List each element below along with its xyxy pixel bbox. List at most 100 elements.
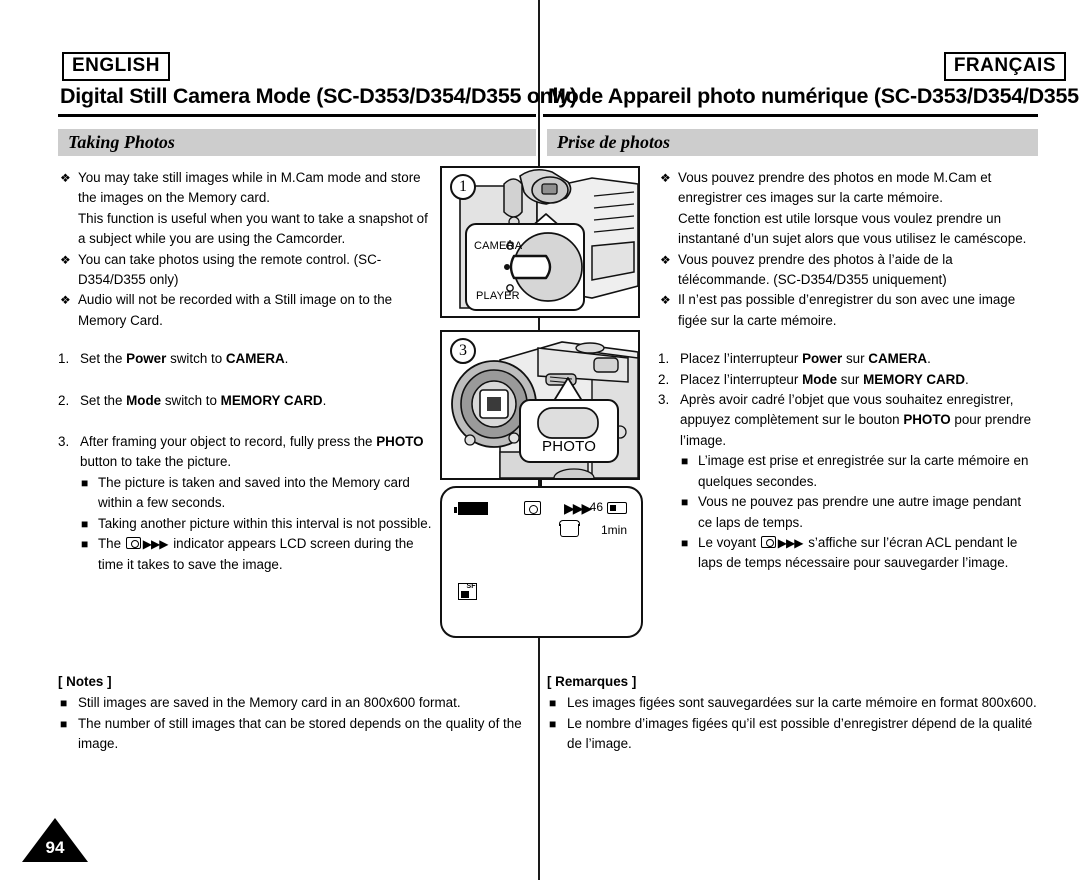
step-2-text-b: sur bbox=[837, 371, 864, 387]
memory-card-icon bbox=[607, 502, 627, 514]
lcd-screen-figure: ▶▶▶ 46 1min bbox=[440, 486, 643, 638]
step-2-text-a: Placez l’interrupteur bbox=[680, 371, 803, 387]
intro-bullet: ❖ Vous pouvez prendre des photos en mode… bbox=[658, 168, 1038, 209]
square-bullet-icon: ■ bbox=[681, 535, 689, 550]
step-2-memory-card: MEMORY CARD bbox=[220, 392, 323, 408]
step-2-memory-card: MEMORY CARD bbox=[863, 371, 965, 387]
title-rule-english bbox=[58, 114, 536, 117]
intro-bullet: ❖ You may take still images while in M.C… bbox=[58, 168, 433, 209]
square-bullet-icon: ■ bbox=[60, 716, 68, 731]
sub-bullet: ■ Taking another picture within this int… bbox=[80, 514, 433, 534]
figure-power-switch: 1 CAMERA PLAYER bbox=[440, 166, 640, 318]
page-title-french: Mode Appareil photo numérique (SC-D353/D… bbox=[548, 84, 1080, 108]
step-1-text-b: switch to bbox=[166, 351, 226, 367]
sub-bullet-text: The picture is taken and saved into the … bbox=[98, 474, 410, 511]
notes-french: [ Remarques ] ■ Les images figées sont s… bbox=[547, 672, 1037, 755]
sub-bullet-text: Vous ne pouvez pas prendre une autre ima… bbox=[698, 494, 1022, 530]
step-3-photo: PHOTO bbox=[376, 434, 424, 450]
square-bullet-icon: ■ bbox=[60, 696, 68, 711]
quality-sf-icon bbox=[458, 583, 477, 600]
remaining-time: 1min bbox=[600, 523, 627, 537]
step-1-text-c: . bbox=[284, 351, 289, 367]
sub-bullet-text-a: Le voyant bbox=[698, 534, 760, 550]
intro-bullet-text: Audio will not be recorded with a Still … bbox=[78, 292, 393, 328]
intro-bullet-text: Vous pouvez prendre des photos à l’aide … bbox=[678, 251, 953, 288]
step-2-mode: Mode bbox=[126, 392, 162, 408]
sub-bullet: ■ Le voyant ▶▶▶ s’affiche sur l’écran AC… bbox=[680, 533, 1038, 574]
step-2-text-c: . bbox=[322, 392, 327, 408]
step-3-text-a: After framing your object to record, ful… bbox=[80, 434, 377, 450]
section-heading-english: Taking Photos bbox=[58, 129, 536, 156]
fast-forward-icon: ▶▶▶ bbox=[564, 500, 592, 516]
sub-bullet-text: Taking another picture within this inter… bbox=[98, 515, 432, 531]
step-3: 3. After framing your object to record, … bbox=[58, 432, 433, 473]
step-1-number: 1. bbox=[658, 351, 670, 367]
manual-page: ENGLISH FRANÇAIS Digital Still Camera Mo… bbox=[0, 0, 1080, 880]
page-title-english: Digital Still Camera Mode (SC-D353/D354/… bbox=[60, 84, 577, 108]
notes-english: [ Notes ] ■ Still images are saved in th… bbox=[58, 672, 528, 755]
step-1-power: Power bbox=[802, 351, 843, 367]
intro-continuation: Cette fonction est utile lorsque vous vo… bbox=[658, 209, 1038, 250]
square-bullet-icon: ■ bbox=[81, 516, 89, 531]
camera-icon bbox=[760, 535, 776, 548]
note-item-text: The number of still images that can be s… bbox=[78, 715, 522, 752]
square-bullet-icon: ■ bbox=[681, 495, 689, 510]
note-item-text: Les images figées sont sauvegardées sur … bbox=[567, 695, 1037, 711]
square-bullet-icon: ■ bbox=[549, 716, 557, 731]
sub-bullet: ■ The picture is taken and saved into th… bbox=[80, 473, 433, 514]
sub-bullet-text: L’image est prise et enregistrée sur la … bbox=[698, 453, 1029, 489]
page-number-badge: 94 bbox=[22, 818, 88, 862]
step-1-text-a: Placez l’interrupteur bbox=[680, 351, 803, 367]
note-item-text: Le nombre d’images figées qu’il est poss… bbox=[567, 715, 1033, 752]
club-bullet-icon: ❖ bbox=[660, 252, 671, 267]
content-column-english: ❖ You may take still images while in M.C… bbox=[58, 168, 433, 575]
step-3: 3. Après avoir cadré l’objet que vous so… bbox=[658, 390, 1038, 451]
step-1-camera: CAMERA bbox=[225, 351, 285, 367]
step-2: 2. Set the Mode switch to MEMORY CARD. bbox=[58, 391, 433, 411]
step-3-number: 3. bbox=[58, 434, 70, 450]
intro-bullet-text: You may take still images while in M.Cam… bbox=[78, 170, 421, 206]
figure-1-label-player: PLAYER bbox=[476, 290, 520, 302]
sub-bullet: ■ Vous ne pouvez pas prendre une autre i… bbox=[680, 492, 1038, 533]
club-bullet-icon: ❖ bbox=[60, 171, 71, 185]
intro-bullet: ❖ Audio will not be recorded with a Stil… bbox=[58, 290, 433, 331]
note-item-text: Still images are saved in the Memory car… bbox=[78, 695, 461, 711]
note-item: ■ Still images are saved in the Memory c… bbox=[58, 693, 528, 713]
section-heading-english-label: Taking Photos bbox=[68, 132, 175, 152]
step-1: 1. Placez l’interrupteur Power sur CAMER… bbox=[658, 349, 1038, 369]
figure-2-step-number: 3 bbox=[450, 338, 476, 364]
fast-forward-icon: ▶▶▶ bbox=[142, 537, 169, 552]
step-1: 1. Set the Power switch to CAMERA. bbox=[58, 349, 433, 369]
step-1-camera: CAMERA bbox=[868, 351, 928, 367]
step-1-power: Power bbox=[126, 351, 167, 367]
square-bullet-icon: ■ bbox=[81, 537, 89, 552]
section-heading-french-label: Prise de photos bbox=[557, 132, 671, 152]
language-badge-english: ENGLISH bbox=[62, 52, 170, 81]
step-3-photo: PHOTO bbox=[903, 412, 951, 428]
figure-2-label-photo: PHOTO bbox=[542, 438, 597, 455]
title-rule-french bbox=[543, 114, 1038, 117]
club-bullet-icon: ❖ bbox=[60, 293, 71, 308]
camera-icon bbox=[524, 501, 541, 515]
intro-bullet-text: Il n’est pas possible d’enregistrer du s… bbox=[678, 292, 1016, 328]
club-bullet-icon: ❖ bbox=[660, 293, 671, 308]
intro-continuation-text: Cette fonction est utile lorsque vous vo… bbox=[678, 210, 1027, 247]
intro-bullet: ❖ You can take photos using the remote c… bbox=[58, 250, 433, 291]
sub-bullet: ■ L’image est prise et enregistrée sur l… bbox=[680, 451, 1038, 492]
step-2-text-a: Set the bbox=[80, 392, 127, 408]
language-badge-french: FRANÇAIS bbox=[943, 52, 1066, 81]
battery-icon bbox=[454, 502, 488, 515]
note-item: ■ Le nombre d’images figées qu’il est po… bbox=[547, 714, 1037, 755]
step-1-text-c: . bbox=[927, 351, 931, 367]
note-item: ■ Les images figées sont sauvegardées su… bbox=[547, 693, 1037, 713]
club-bullet-icon: ❖ bbox=[660, 171, 671, 185]
step-3-sublist: ■ The picture is taken and saved into th… bbox=[58, 473, 433, 575]
square-bullet-icon: ■ bbox=[549, 696, 557, 711]
step-2-text-c: . bbox=[965, 371, 969, 387]
intro-continuation: This function is useful when you want to… bbox=[58, 209, 433, 250]
club-bullet-icon: ❖ bbox=[60, 252, 71, 267]
